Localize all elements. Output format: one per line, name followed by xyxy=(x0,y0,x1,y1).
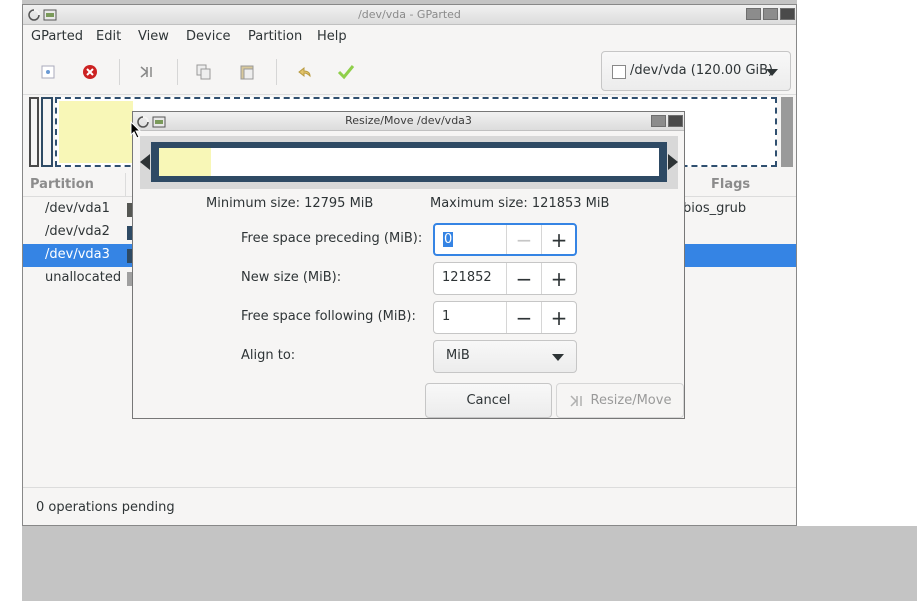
resize-move-button[interactable]: Resize/Move xyxy=(556,383,684,418)
resize-move-dialog: Resize/Move /dev/vda3 Minimum size: 1279… xyxy=(132,111,685,419)
cancel-button-label: Cancel xyxy=(466,393,511,408)
new-icon xyxy=(41,65,55,79)
menu-partition[interactable]: Partition xyxy=(248,29,302,44)
map-unallocated[interactable] xyxy=(781,97,793,167)
drive-icon xyxy=(612,65,626,79)
menubar: GParted Edit View Device Partition Help xyxy=(23,26,796,48)
map-used-space xyxy=(59,101,133,163)
resize-handle-right-icon[interactable] xyxy=(668,154,678,170)
free-space-preceding-label: Free space preceding (MiB): xyxy=(241,231,423,246)
decrement-button[interactable]: − xyxy=(506,225,541,254)
desktop-background xyxy=(0,0,22,601)
menu-help[interactable]: Help xyxy=(317,29,347,44)
menu-view[interactable]: View xyxy=(138,29,169,44)
chevron-down-icon xyxy=(766,69,778,76)
free-space-following-input[interactable]: 1 xyxy=(442,309,450,324)
map-partition-vda1[interactable] xyxy=(29,97,39,167)
resize-handle-left-icon[interactable] xyxy=(140,154,150,170)
column-flags[interactable]: Flags xyxy=(711,177,750,192)
paste-icon xyxy=(240,65,254,80)
resize-move-button-label: Resize/Move xyxy=(590,393,672,408)
column-partition[interactable]: Partition xyxy=(30,177,94,192)
statusbar: 0 operations pending xyxy=(23,487,796,525)
map-partition-vda2[interactable] xyxy=(41,97,53,167)
partition-name: /dev/vda1 xyxy=(45,201,110,216)
free-space-following-label: Free space following (MiB): xyxy=(241,309,416,324)
increment-button[interactable]: + xyxy=(541,225,576,254)
chevron-down-icon xyxy=(552,354,564,361)
resize-icon xyxy=(570,394,582,407)
apply-icon xyxy=(337,65,355,80)
resizer-partition-area xyxy=(159,148,659,176)
dialog-close-button[interactable] xyxy=(668,115,683,127)
partition-name: unallocated xyxy=(45,270,122,285)
partition-flags: bios_grub xyxy=(683,201,747,216)
increment-button[interactable]: + xyxy=(541,302,576,333)
toolbar-separator xyxy=(177,59,178,85)
undo-button[interactable] xyxy=(293,61,315,83)
device-selector-label: /dev/vda (120.00 GiB) xyxy=(630,63,774,78)
partition-name: /dev/vda3 xyxy=(45,247,110,262)
align-to-value: MiB xyxy=(446,348,470,363)
column-separator xyxy=(125,173,126,197)
dialog-maximize-button[interactable] xyxy=(651,115,666,127)
status-text: 0 operations pending xyxy=(36,500,175,515)
delete-partition-button[interactable] xyxy=(79,61,101,83)
menu-edit[interactable]: Edit xyxy=(96,29,121,44)
maximize-button[interactable] xyxy=(763,8,778,20)
free-space-preceding-spinner[interactable]: 0 − + xyxy=(433,223,577,256)
partition-resizer[interactable] xyxy=(140,136,678,189)
toolbar-separator xyxy=(276,59,277,85)
copy-button[interactable] xyxy=(193,61,215,83)
paste-button[interactable] xyxy=(236,61,258,83)
minimum-size-label: Minimum size: 12795 MiB xyxy=(206,196,374,211)
dialog-title: Resize/Move /dev/vda3 xyxy=(345,114,472,127)
dialog-titlebar[interactable]: Resize/Move /dev/vda3 xyxy=(133,112,684,131)
increment-button[interactable]: + xyxy=(541,263,576,294)
window-title: /dev/vda - GParted xyxy=(358,8,461,21)
cancel-button[interactable]: Cancel xyxy=(425,383,552,418)
minimize-button[interactable] xyxy=(746,8,761,20)
desktop-background-right xyxy=(797,0,917,526)
undo-icon xyxy=(298,66,311,78)
toolbar-separator xyxy=(119,59,120,85)
free-space-following-spinner[interactable]: 1 − + xyxy=(433,301,577,334)
delete-icon xyxy=(83,65,97,79)
align-to-select[interactable]: MiB xyxy=(433,340,577,373)
resizer-used-space xyxy=(159,148,211,176)
window-titlebar[interactable]: /dev/vda - GParted xyxy=(23,5,796,25)
mouse-cursor-icon xyxy=(130,121,142,139)
new-size-input[interactable]: 121852 xyxy=(442,270,492,285)
device-selector[interactable]: /dev/vda (120.00 GiB) xyxy=(601,51,791,91)
align-to-label: Align to: xyxy=(241,348,296,363)
partition-name: /dev/vda2 xyxy=(45,224,110,239)
copy-icon xyxy=(196,64,211,80)
resize-icon xyxy=(140,66,152,78)
maximum-size-label: Maximum size: 121853 MiB xyxy=(430,196,610,211)
menu-gparted[interactable]: GParted xyxy=(31,29,83,44)
new-size-label: New size (MiB): xyxy=(241,270,342,285)
free-space-preceding-input[interactable]: 0 xyxy=(443,232,454,247)
resize-move-button[interactable] xyxy=(136,61,158,83)
resizer-partition-frame[interactable] xyxy=(151,142,667,182)
new-partition-button[interactable] xyxy=(37,61,59,83)
apply-button[interactable] xyxy=(335,61,357,83)
close-window-button[interactable] xyxy=(780,8,795,20)
decrement-button[interactable]: − xyxy=(506,263,541,294)
new-size-spinner[interactable]: 121852 − + xyxy=(433,262,577,295)
decrement-button[interactable]: − xyxy=(506,302,541,333)
menu-device[interactable]: Device xyxy=(186,29,230,44)
